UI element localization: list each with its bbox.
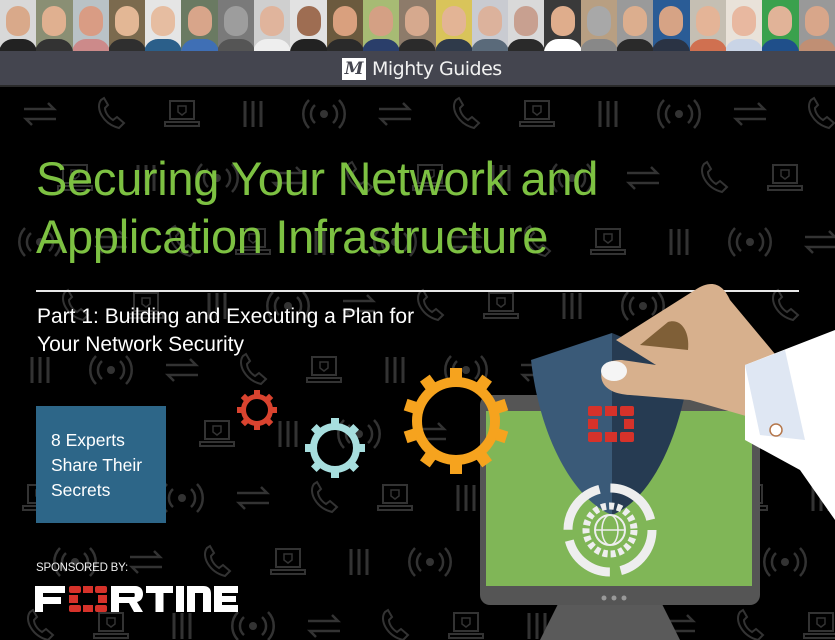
callout-line-2: Share Their [51,455,143,475]
callout-line-1: 8 Experts [51,430,125,450]
fortinet-logo[interactable] [35,584,240,614]
sponsored-by-label: SPONSORED BY: [36,562,128,574]
callout-line-3: Secrets [51,480,111,500]
gear-icon [237,390,277,430]
illustration [237,284,835,640]
gear-icon [305,418,365,478]
experts-callout-box[interactable]: 8 Experts Share Their Secrets [36,406,166,523]
